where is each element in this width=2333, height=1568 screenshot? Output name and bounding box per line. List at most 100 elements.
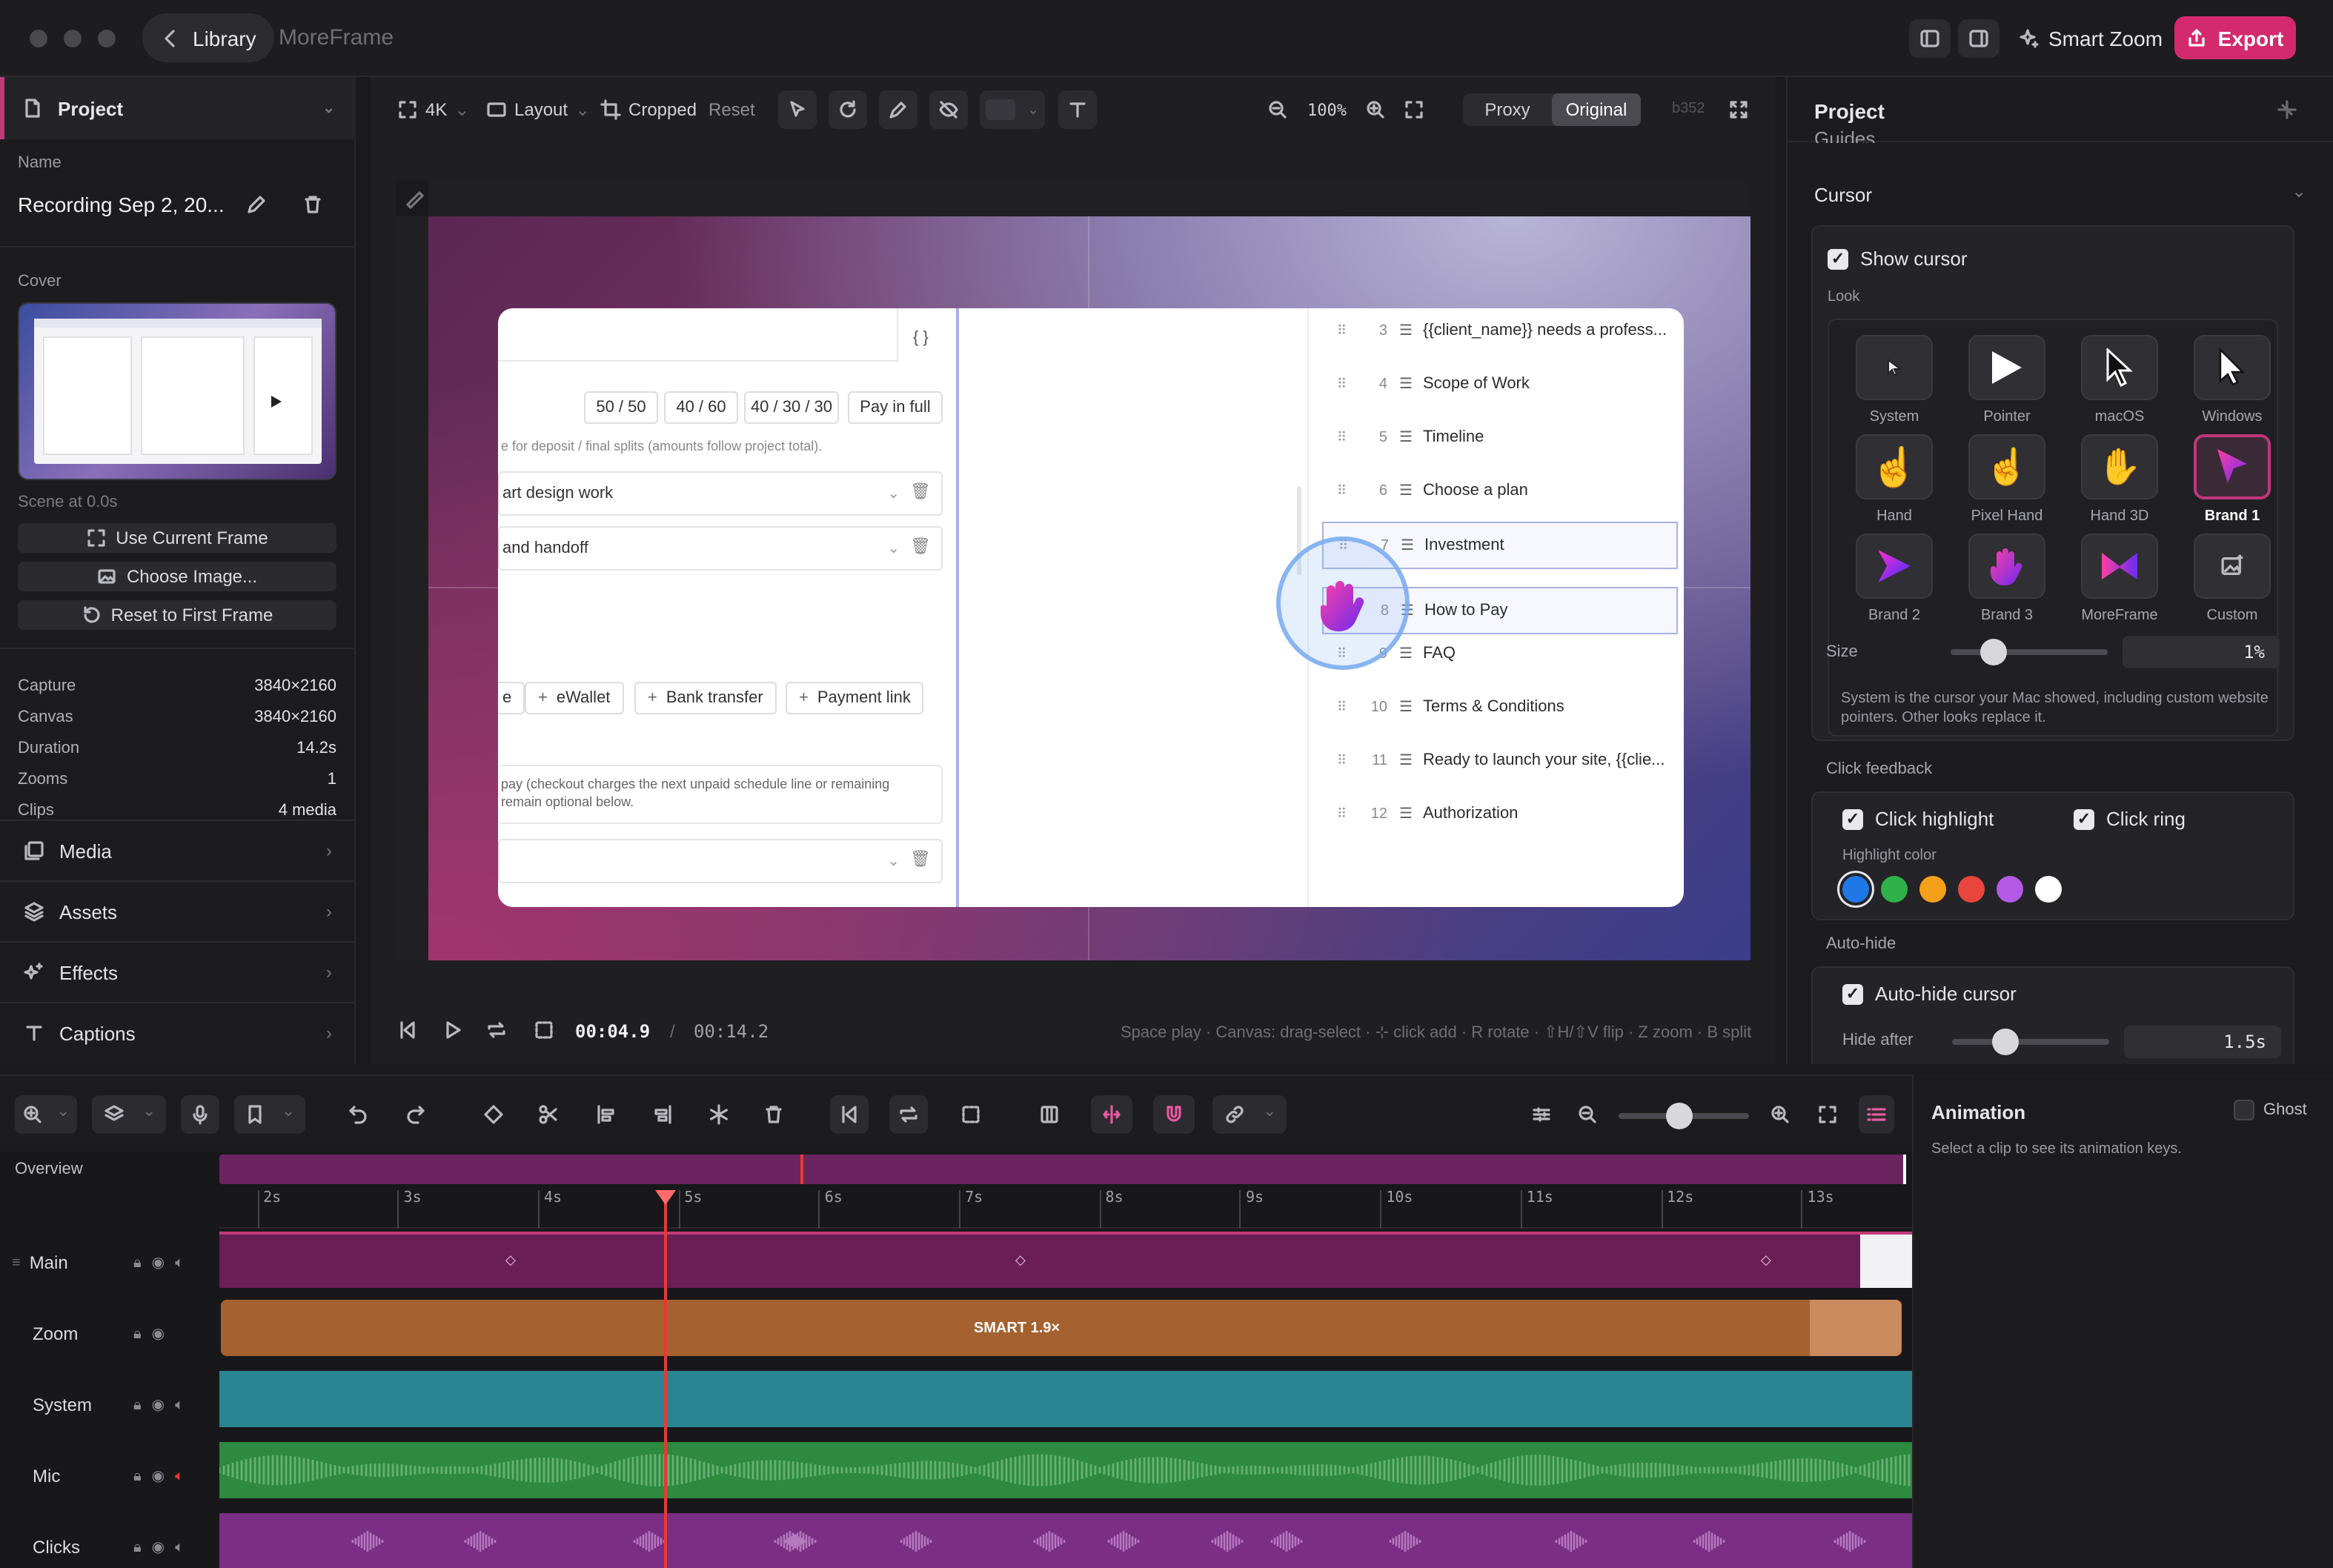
zoom-out-icon[interactable] [1267,99,1288,120]
fit-icon[interactable] [1404,99,1424,120]
resolution-select[interactable]: 4K ⌄ [397,92,470,127]
scissors-icon[interactable] [538,1104,559,1125]
color-picker-button[interactable]: ⌄ [980,90,1045,129]
speaker-muted-icon[interactable]: 🔈︎ [175,1468,184,1484]
redo-icon[interactable] [405,1104,425,1125]
color-swatch[interactable] [1842,876,1869,903]
undo-icon[interactable] [348,1104,369,1125]
cursor-look-pixel-hand[interactable]: ☝ [1968,434,2045,499]
auto-hide-cursor-checkbox[interactable]: ✓ Auto-hide cursor [1842,983,2017,1005]
cursor-look-hand[interactable]: ☝ [1856,434,1933,499]
section-media[interactable]: Media › [0,820,356,880]
section-captions[interactable]: Captions › [0,1002,356,1063]
lock-icon[interactable]: 🔒︎ [133,1539,142,1555]
playhead[interactable] [655,1190,677,1568]
trash-icon[interactable] [302,194,323,215]
size-slider-knob[interactable] [1979,639,2007,665]
window-zoom-button[interactable] [98,30,116,47]
project-section-header[interactable]: Project ⌄ [0,77,356,139]
hide-after-value[interactable]: 1.5s [2124,1026,2281,1058]
size-value[interactable]: 1% [2123,636,2280,668]
mic-audio-clip[interactable] [219,1442,1912,1498]
layout-select[interactable]: Layout ⌄ [486,92,590,127]
playhead-handle[interactable] [655,1190,677,1205]
chevron-down-icon[interactable]: ⌄ [2291,181,2306,202]
click-ring-checkbox[interactable]: ✓ Click ring [2074,808,2186,830]
ghost-checkbox[interactable] [2234,1100,2254,1120]
preview-stage[interactable]: { } 50 / 50 40 / 60 40 / 30 / 30 Pay in … [396,181,1750,960]
hide-after-slider-knob[interactable] [1992,1029,2020,1055]
lock-icon[interactable]: 🔒︎ [133,1468,142,1484]
main-clip[interactable]: ◇ ◇ ◇ [219,1232,1912,1288]
crop-reset-button[interactable]: Reset [708,92,755,127]
size-slider[interactable] [1951,639,2108,665]
section-effects[interactable]: Effects › [0,941,356,1002]
ruler-icon[interactable] [405,190,425,210]
window-minimize-button[interactable] [64,30,82,47]
selection-icon[interactable] [534,1020,554,1040]
eye-icon[interactable]: ◉ [152,1539,165,1555]
zoom-in-icon[interactable] [1770,1104,1791,1125]
text-tool-button[interactable] [1058,90,1097,129]
color-swatch[interactable] [1919,876,1946,903]
cursor-look-brand-2[interactable] [1856,534,1933,599]
pin-icon[interactable] [2277,99,2297,120]
timeline-zoom-knob[interactable] [1666,1103,1693,1129]
zoom-in-icon[interactable] [1365,99,1386,120]
eye-icon[interactable]: ◉ [152,1326,165,1342]
cursor-look-system[interactable] [1856,335,1933,400]
sliders-icon[interactable] [1531,1104,1552,1125]
crop-button[interactable]: Cropped [600,92,697,127]
smart-zoom-button[interactable]: Smart Zoom [2019,19,2163,58]
guides-section-header[interactable]: Guides [1814,127,1875,143]
drag-handle-icon[interactable]: ≡ [12,1255,21,1271]
choose-image-button[interactable]: Choose Image... [18,562,336,591]
cursor-look-macos[interactable] [2081,335,2158,400]
cursor-look-moreframe[interactable] [2081,534,2158,599]
lock-icon[interactable]: 🔒︎ [133,1255,142,1271]
skip-back-icon[interactable] [397,1020,418,1040]
expand-icon[interactable] [1728,99,1749,120]
toggle-left-panel-button[interactable] [1909,19,1951,58]
play-icon[interactable] [442,1020,462,1040]
trash-icon[interactable] [763,1104,784,1125]
use-current-frame-button[interactable]: Use Current Frame [18,523,336,553]
clicks-audio-clip[interactable] [219,1513,1912,1568]
color-swatch[interactable] [1958,876,1985,903]
keyframe-icon[interactable] [483,1104,504,1125]
zoom-out-transition[interactable] [1810,1300,1902,1356]
window-close-button[interactable] [30,30,47,47]
reset-first-frame-button[interactable]: Reset to First Frame [18,600,336,630]
keyframe-marker[interactable]: ◇ [1761,1252,1771,1269]
proxy-original-toggle[interactable]: Proxy Original [1463,93,1641,126]
smart-zoom-clip[interactable]: SMART 1.9× [221,1300,1902,1356]
cursor-look-custom[interactable] [2194,534,2271,599]
cursor-look-brand-1[interactable] [2194,434,2271,499]
lock-icon[interactable]: 🔒︎ [133,1397,142,1413]
color-swatch[interactable] [2035,876,2062,903]
toggle-right-panel-button[interactable] [1958,19,2000,58]
click-highlight-checkbox[interactable]: ✓ Click highlight [1842,808,1994,830]
cursor-look-brand-3[interactable] [1968,534,2045,599]
recording-preview[interactable]: { } 50 / 50 40 / 60 40 / 30 / 30 Pay in … [428,216,1750,960]
proxy-option[interactable]: Proxy [1463,93,1552,126]
cursor-section-header[interactable]: Cursor [1814,184,1872,206]
section-assets[interactable]: Assets › [0,880,356,941]
eye-icon[interactable]: ◉ [152,1468,165,1484]
lock-icon[interactable]: 🔒︎ [133,1326,142,1342]
hide-tool-button[interactable] [929,90,968,129]
freeze-icon[interactable] [708,1104,729,1125]
keyframe-marker[interactable]: ◇ [505,1252,516,1269]
speaker-icon[interactable]: 🔈︎ [175,1539,184,1555]
ghost-toggle[interactable]: Ghost [2234,1100,2307,1120]
pen-tool-button[interactable] [879,90,917,129]
show-cursor-checkbox[interactable]: ✓ Show cursor [1828,248,1968,270]
speaker-icon[interactable]: 🔈︎ [175,1255,184,1271]
eye-icon[interactable]: ◉ [152,1255,165,1271]
timeline-zoom-slider[interactable] [1619,1103,1749,1129]
eye-icon[interactable]: ◉ [152,1397,165,1413]
cover-thumbnail[interactable] [18,302,336,480]
speaker-icon[interactable]: 🔈︎ [175,1397,184,1413]
select-tool-button[interactable] [778,90,817,129]
library-back-button[interactable]: Library [142,13,274,62]
